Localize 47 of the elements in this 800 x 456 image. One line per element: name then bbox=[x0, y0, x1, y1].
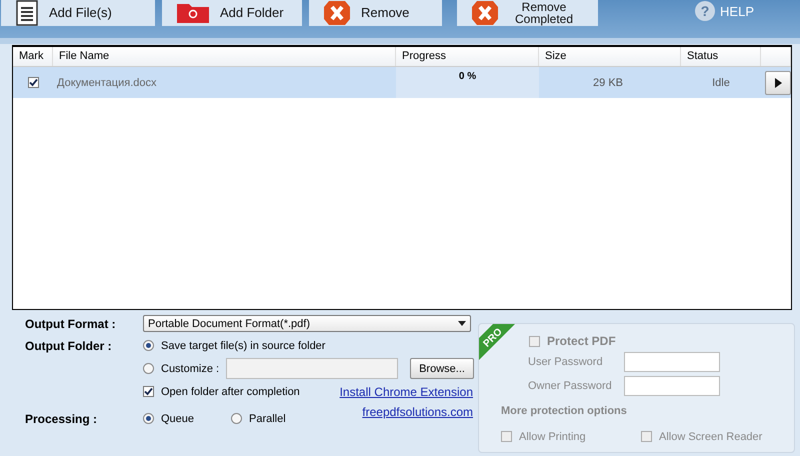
table-row[interactable]: Документация.docx 0 % 29 KB Idle bbox=[13, 67, 791, 98]
radio-button[interactable] bbox=[231, 413, 242, 424]
option-label: Parallel bbox=[249, 412, 286, 424]
table-cell-text: 29 KB bbox=[592, 76, 624, 90]
option-label: Open folder after completion bbox=[161, 386, 300, 398]
dropdown-arrow-icon bbox=[458, 321, 466, 326]
field-label: Owner Password bbox=[528, 380, 613, 392]
folder-icon bbox=[176, 2, 210, 24]
chrome-extension-link[interactable]: Install Chrome Extension bbox=[340, 384, 473, 398]
field-label: Output Folder : bbox=[25, 338, 113, 352]
browse-button[interactable]: Browse... bbox=[410, 358, 474, 379]
play-icon bbox=[774, 78, 782, 88]
option-label: Protect PDF bbox=[547, 334, 616, 348]
website-link[interactable]: freepdfsolutions.com bbox=[362, 405, 473, 419]
column-header[interactable]: Progress bbox=[396, 47, 539, 66]
option-label: Allow Printing bbox=[519, 430, 586, 442]
document-icon bbox=[15, 0, 39, 26]
radio-button[interactable] bbox=[143, 363, 154, 374]
table-cell-text: Idle bbox=[711, 76, 731, 90]
table-cell: 0 % bbox=[396, 67, 539, 98]
column-header[interactable]: Status bbox=[681, 47, 761, 66]
checkbox[interactable] bbox=[28, 77, 38, 88]
field-label: Processing : bbox=[25, 412, 98, 426]
checkbox[interactable] bbox=[143, 386, 154, 397]
column-header[interactable]: Size bbox=[539, 47, 681, 66]
toolbar-button[interactable]: Remove Completed bbox=[457, 0, 598, 26]
toolbar-button[interactable]: Remove bbox=[309, 0, 442, 26]
field-label: Output Format : bbox=[25, 316, 117, 330]
field-label: User Password bbox=[528, 356, 604, 368]
radio-button[interactable] bbox=[143, 413, 154, 424]
toolbar-button[interactable]: Add Folder bbox=[162, 0, 302, 26]
delete-icon bbox=[323, 0, 351, 26]
column-header[interactable]: File Name bbox=[53, 47, 396, 66]
option-label: Customize : bbox=[161, 362, 220, 374]
format-dropdown[interactable]: Portable Document Format(*.pdf) bbox=[143, 315, 471, 332]
section-heading: More protection options bbox=[501, 405, 628, 417]
delete-icon bbox=[471, 0, 499, 26]
play-button[interactable] bbox=[765, 70, 791, 94]
radio-button[interactable] bbox=[143, 340, 154, 351]
option-label: Queue bbox=[161, 412, 194, 424]
folder-path-field[interactable] bbox=[226, 358, 398, 379]
toolbar-button[interactable]: Add File(s) bbox=[1, 0, 155, 26]
option-label: Save target file(s) in source folder bbox=[161, 340, 326, 352]
column-header[interactable]: Mark bbox=[13, 47, 53, 66]
help-icon: ? bbox=[694, 0, 716, 22]
option-label: Allow Screen Reader bbox=[659, 430, 762, 442]
table-cell-text: Документация.docx bbox=[56, 76, 158, 90]
